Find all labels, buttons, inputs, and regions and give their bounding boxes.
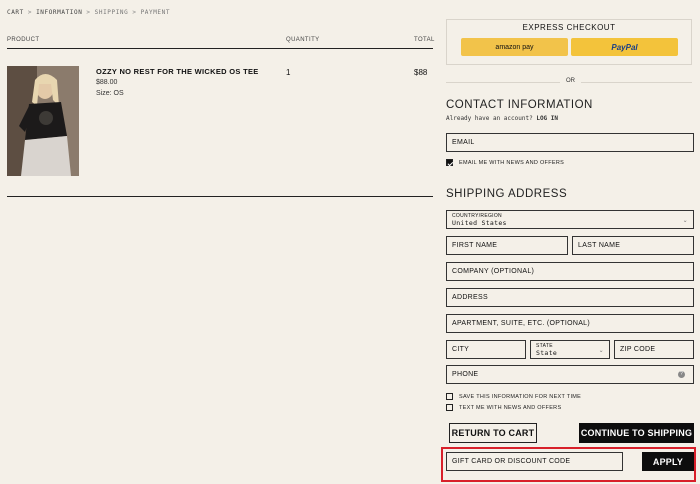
paypal-button[interactable]: PayPal — [571, 38, 678, 56]
breadcrumb-separator: > — [132, 9, 137, 16]
breadcrumb-shipping: SHIPPING — [94, 9, 129, 16]
continue-to-shipping-label: CONTINUE TO SHIPPING — [580, 428, 693, 438]
apply-button[interactable]: APPLY — [642, 452, 694, 471]
breadcrumb-information[interactable]: INFORMATION — [36, 9, 82, 16]
product-price: $88.00 — [96, 79, 118, 86]
text-me-label: TEXT ME WITH NEWS AND OFFERS — [459, 404, 562, 411]
save-info-checkbox[interactable] — [446, 393, 453, 400]
address-field[interactable]: ADDRESS — [446, 288, 694, 307]
breadcrumb-separator: > — [86, 9, 91, 16]
apply-label: APPLY — [652, 456, 684, 467]
product-name[interactable]: OZZY NO REST FOR THE WICKED OS TEE — [96, 67, 259, 76]
amazon-pay-button[interactable]: amazon pay — [461, 38, 568, 56]
account-prompt: Already have an account? LOG IN — [446, 115, 558, 122]
state-select[interactable]: STATE State ⌄ — [530, 340, 610, 359]
zip-field[interactable]: ZIP CODE — [614, 340, 694, 359]
state-value: State — [536, 348, 558, 357]
column-header-product: PRODUCT — [7, 37, 40, 43]
return-to-cart-label: RETURN TO CART — [451, 428, 535, 438]
news-checkbox-label: EMAIL ME WITH NEWS AND OFFERS — [459, 159, 565, 166]
apartment-field[interactable]: APARTMENT, SUITE, ETC. (OPTIONAL) — [446, 314, 694, 333]
text-me-row[interactable]: TEXT ME WITH NEWS AND OFFERS — [446, 404, 561, 411]
city-placeholder: CITY — [452, 346, 470, 353]
express-checkout-title: EXPRESS CHECKOUT — [522, 23, 616, 32]
column-header-total: TOTAL — [414, 37, 435, 43]
breadcrumb-payment: PAYMENT — [140, 9, 171, 16]
breadcrumb-separator: > — [27, 9, 33, 16]
news-checkbox[interactable] — [446, 159, 453, 166]
company-field[interactable]: COMPANY (OPTIONAL) — [446, 262, 694, 281]
shipping-heading: SHIPPING ADDRESS — [446, 188, 568, 200]
product-total: $88 — [414, 68, 428, 77]
discount-code-placeholder: GIFT CARD OR DISCOUNT CODE — [452, 458, 571, 465]
product-quantity: 1 — [286, 68, 291, 77]
breadcrumb: CART > INFORMATION > SHIPPING > PAYMENT — [7, 9, 170, 16]
product-size: Size: OS — [96, 90, 124, 97]
discount-code-field[interactable]: GIFT CARD OR DISCOUNT CODE — [446, 452, 623, 471]
country-select[interactable]: COUNTRY/REGION United States ⌄ — [446, 210, 694, 229]
table-divider — [7, 48, 433, 49]
country-value: United States — [452, 218, 507, 227]
apartment-placeholder: APARTMENT, SUITE, ETC. (OPTIONAL) — [452, 320, 590, 327]
column-header-quantity: QUANTITY — [286, 37, 320, 43]
last-name-field[interactable]: LAST NAME — [572, 236, 694, 255]
save-info-row[interactable]: SAVE THIS INFORMATION FOR NEXT TIME — [446, 393, 581, 400]
last-name-placeholder: LAST NAME — [578, 242, 621, 249]
text-me-checkbox[interactable] — [446, 404, 453, 411]
help-icon[interactable]: ? — [678, 371, 685, 378]
city-field[interactable]: CITY — [446, 340, 526, 359]
chevron-down-icon: ⌄ — [598, 348, 604, 354]
news-checkbox-row[interactable]: EMAIL ME WITH NEWS AND OFFERS — [446, 159, 564, 166]
first-name-field[interactable]: FIRST NAME — [446, 236, 568, 255]
breadcrumb-cart[interactable]: CART — [7, 9, 24, 16]
account-prompt-text: Already have an account? — [446, 115, 533, 122]
first-name-placeholder: FIRST NAME — [452, 242, 498, 249]
paypal-label: PayPal — [611, 42, 638, 52]
contact-heading: CONTACT INFORMATION — [446, 99, 593, 111]
product-image[interactable] — [7, 66, 79, 176]
save-info-label: SAVE THIS INFORMATION FOR NEXT TIME — [459, 393, 582, 400]
product-photo-illustration — [7, 66, 79, 176]
phone-field[interactable]: PHONE ? — [446, 365, 694, 384]
email-field[interactable]: EMAIL — [446, 133, 694, 152]
return-to-cart-button[interactable]: RETURN TO CART — [449, 423, 537, 443]
company-placeholder: COMPANY (OPTIONAL) — [452, 268, 535, 275]
zip-placeholder: ZIP CODE — [620, 346, 656, 353]
login-link[interactable]: LOG IN — [536, 115, 558, 122]
or-label: OR — [560, 78, 581, 84]
email-placeholder: EMAIL — [452, 139, 475, 146]
chevron-down-icon: ⌄ — [682, 218, 688, 224]
amazon-pay-label: amazon pay — [495, 43, 534, 51]
phone-placeholder: PHONE — [452, 371, 479, 378]
address-placeholder: ADDRESS — [452, 294, 488, 301]
order-summary-divider — [7, 196, 433, 197]
continue-to-shipping-button[interactable]: CONTINUE TO SHIPPING — [579, 423, 694, 443]
